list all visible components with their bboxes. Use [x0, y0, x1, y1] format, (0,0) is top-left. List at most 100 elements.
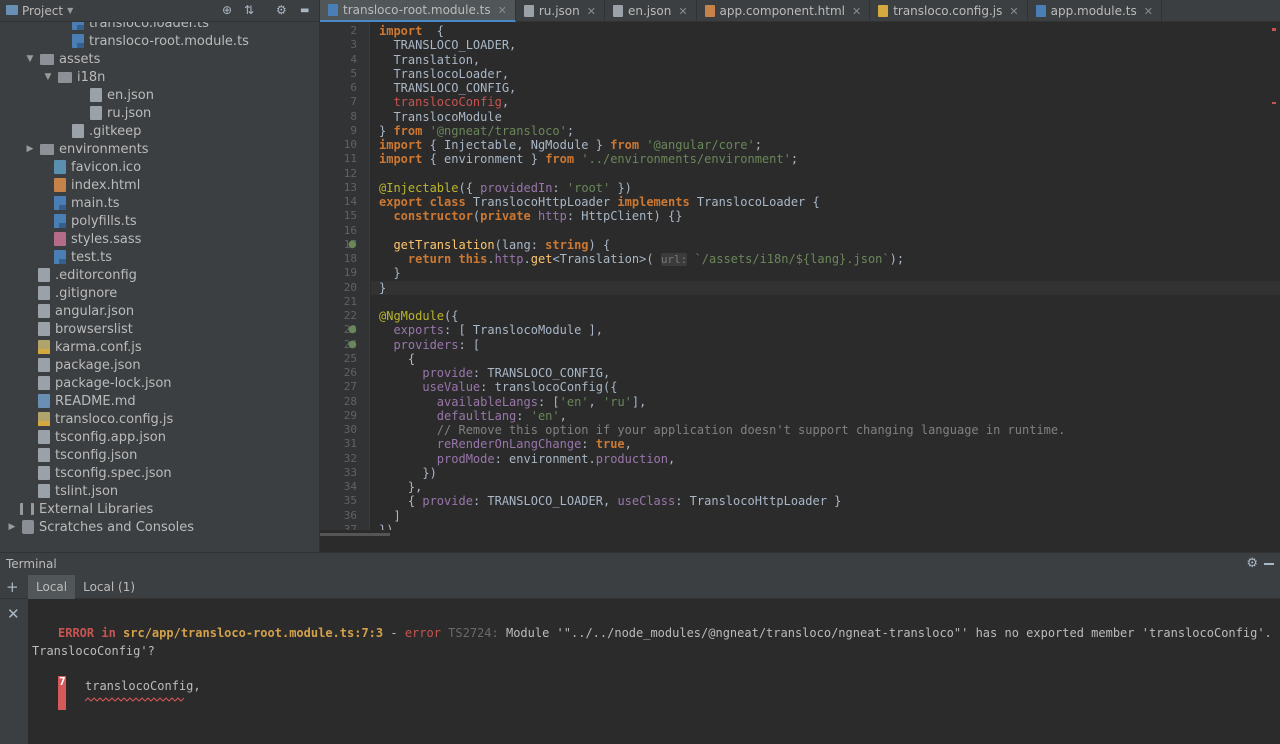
code-token: { Injectable, NgModule }	[422, 138, 611, 152]
terminal-tab[interactable]: Local	[28, 574, 76, 599]
code-token: '../environments/environment'	[581, 152, 791, 167]
terminal-scrollbar[interactable]	[1272, 599, 1280, 744]
editor-tab[interactable]: transloco-root.module.ts ✕	[320, 0, 516, 22]
txt-file-icon	[72, 124, 84, 138]
error-line: ERROR in src/app/transloco-root.module.t…	[58, 626, 1280, 640]
tree-item[interactable]: tslint.json	[38, 482, 118, 500]
line-number: 30	[343, 423, 357, 436]
code-token: @Injectable	[379, 180, 459, 195]
expand-right-icon[interactable]: ▶	[24, 144, 36, 154]
tree-item[interactable]: ▼ i18n	[42, 68, 106, 86]
close-tab-icon[interactable]: ✕	[498, 4, 507, 17]
code-token: ]	[379, 508, 401, 523]
hide-panel-icon[interactable]: ▬	[300, 5, 309, 16]
ts-file-icon	[54, 196, 66, 210]
tree-item[interactable]: tsconfig.json	[38, 446, 137, 464]
tree-item[interactable]: .gitkeep	[72, 122, 141, 140]
error-file-link[interactable]: src/app/transloco-root.module.ts	[123, 626, 354, 640]
gear-icon[interactable]: ⚙	[1246, 556, 1258, 571]
tree-item[interactable]: README.md	[38, 392, 136, 410]
close-tab-icon[interactable]: ✕	[1009, 5, 1018, 18]
gear-icon[interactable]: ⚙	[276, 3, 287, 17]
tree-item[interactable]: angular.json	[38, 302, 134, 320]
locate-target-icon[interactable]: ⊕	[222, 3, 232, 17]
code-token: providedIn	[480, 180, 553, 195]
line-number: 28	[343, 394, 357, 408]
expand-right-icon[interactable]: ▶	[6, 522, 18, 532]
tree-item[interactable]: styles.sass	[54, 230, 141, 248]
tree-item-label: polyfills.ts	[71, 213, 137, 229]
tree-item[interactable]: index.html	[54, 176, 140, 194]
code-editor[interactable]: import { TRANSLOCO_LOADER, Translation, …	[371, 22, 1280, 530]
implements-icon[interactable]: ●	[348, 323, 357, 337]
tree-item[interactable]: browserslist	[38, 320, 133, 338]
implements-icon[interactable]: ●	[348, 338, 357, 352]
terminal-title: Terminal	[6, 557, 57, 571]
tree-item[interactable]: ▼ assets	[24, 50, 101, 68]
code-token: return this	[379, 252, 488, 266]
close-tab-icon[interactable]: ✕	[852, 5, 861, 18]
code-token: ;	[566, 123, 575, 138]
code-token: TranslocoLoader,	[379, 66, 510, 81]
close-tab-icon[interactable]: ✕	[587, 5, 596, 18]
tree-item[interactable]: favicon.ico	[54, 158, 141, 176]
terminal-tab[interactable]: Local (1)	[75, 575, 143, 599]
implements-icon[interactable]: ●	[348, 238, 357, 252]
tree-item[interactable]: .gitignore	[38, 284, 117, 302]
close-tab-icon[interactable]: ✕	[1144, 5, 1153, 18]
tree-item[interactable]: main.ts	[54, 194, 119, 212]
tree-item[interactable]: tsconfig.spec.json	[38, 464, 172, 482]
minimize-icon[interactable]	[1264, 563, 1274, 565]
line-number: 7	[350, 95, 357, 109]
tree-item[interactable]: .editorconfig	[38, 266, 137, 284]
tree-item[interactable]: External Libraries	[20, 500, 153, 518]
tree-item[interactable]: ru.json	[90, 104, 151, 122]
expand-down-icon[interactable]: ▼	[24, 54, 36, 64]
tree-item[interactable]: ▶ environments	[24, 140, 149, 158]
close-icon[interactable]: ✕	[7, 605, 20, 623]
code-token: constructor	[379, 209, 473, 224]
add-terminal-icon[interactable]: +	[6, 578, 19, 596]
editor-tab[interactable]: ru.json ✕	[516, 0, 605, 22]
code-line: TRANSLOCO_CONFIG,	[379, 81, 516, 95]
error-marker[interactable]	[1272, 28, 1276, 31]
project-dropdown[interactable]: Project ▼	[22, 4, 73, 18]
tree-item-label: README.md	[55, 393, 136, 409]
tree-item[interactable]: ▶ Scratches and Consoles	[6, 518, 195, 536]
expand-down-icon[interactable]: ▼	[42, 72, 54, 82]
tree-item[interactable]: transloco.config.js	[38, 410, 173, 428]
code-token: { environment }	[422, 152, 546, 167]
terminal-panel: Terminal ⚙ Local Local (1) + ✕ ERROR in s…	[0, 552, 1280, 744]
code-token: ,	[501, 95, 510, 110]
file-icon	[523, 5, 534, 17]
tree-item[interactable]: polyfills.ts	[54, 212, 137, 230]
code-token: : TRANSLOCO_CONFIG,	[472, 366, 611, 380]
tree-item[interactable]: tsconfig.app.json	[38, 428, 166, 446]
editor-tab[interactable]: app.module.ts ✕	[1028, 0, 1162, 22]
scrollbar-thumb[interactable]	[320, 533, 390, 536]
tree-item[interactable]: transloco-root.module.ts	[72, 32, 249, 50]
code-line: exports: [ TranslocoModule ],	[379, 323, 603, 337]
tree-item[interactable]: karma.conf.js	[38, 338, 142, 356]
close-tab-icon[interactable]: ✕	[678, 5, 687, 18]
code-token: providers	[379, 337, 459, 352]
line-number: 25	[343, 351, 357, 365]
collapse-all-icon[interactable]: ⇅	[244, 3, 254, 17]
tree-item[interactable]: en.json	[90, 86, 154, 104]
js-file-icon	[38, 340, 50, 354]
editor-tab[interactable]: app.component.html ✕	[697, 0, 871, 22]
code-token: })	[610, 180, 632, 195]
code-token: TRANSLOCO_LOADER,	[379, 38, 517, 53]
tree-item[interactable]: package-lock.json	[38, 374, 172, 392]
code-token: import	[379, 152, 423, 167]
tree-item-label: tsconfig.app.json	[55, 429, 166, 445]
code-line: defaultLang: 'en',	[379, 409, 567, 423]
tree-item[interactable]: package.json	[38, 356, 141, 374]
code-line: import { environment } from '../environm…	[379, 152, 798, 166]
tree-item-label: .editorconfig	[55, 267, 137, 283]
error-marker[interactable]	[1272, 102, 1276, 104]
tree-item[interactable]: test.ts	[54, 248, 112, 266]
editor-tab[interactable]: en.json ✕	[605, 0, 697, 22]
horizontal-scrollbar[interactable]	[320, 530, 1280, 552]
editor-tab[interactable]: transloco.config.js ✕	[870, 0, 1028, 22]
